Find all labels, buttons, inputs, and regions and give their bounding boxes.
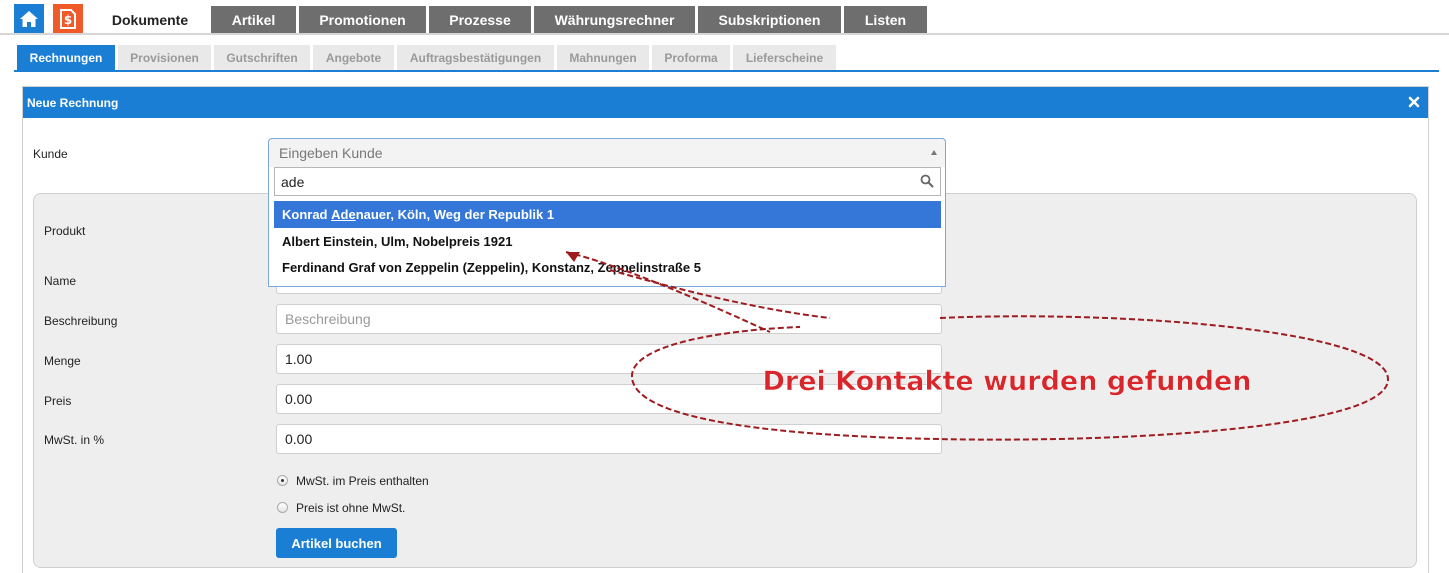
panel-header: Neue Rechnung bbox=[23, 87, 1428, 118]
customer-search-value: ade bbox=[281, 173, 305, 190]
customer-dropdown: ade Konrad Ade nauer, Köln, Weg der Repub… bbox=[268, 167, 946, 287]
tab-dokumente[interactable]: Dokumente bbox=[92, 4, 208, 35]
nav-divider bbox=[0, 33, 1449, 35]
menge-field[interactable]: 1.00 bbox=[276, 344, 942, 374]
subtab-auftragsbestaetigungen[interactable]: Auftragsbestätigungen bbox=[397, 45, 554, 70]
radio-vat-excluded[interactable] bbox=[277, 502, 288, 513]
option-text: nauer, Köln, Weg der Republik 1 bbox=[355, 207, 555, 222]
option-match: Ade bbox=[331, 207, 356, 222]
tab-promotionen[interactable]: Promotionen bbox=[299, 6, 426, 34]
tab-waehrungsrechner[interactable]: Währungsrechner bbox=[534, 6, 695, 34]
subtab-gutschriften[interactable]: Gutschriften bbox=[214, 45, 310, 70]
option-text: Konrad bbox=[282, 207, 332, 222]
menge-label: Menge bbox=[44, 354, 81, 368]
subnav-divider bbox=[14, 70, 1439, 72]
option-text: Ferdinand Graf von Zeppelin (Zeppelin), … bbox=[282, 260, 701, 275]
preis-field[interactable]: 0.00 bbox=[276, 384, 942, 414]
subtab-mahnungen[interactable]: Mahnungen bbox=[557, 45, 649, 70]
caret-up-icon bbox=[931, 150, 937, 155]
name-label: Name bbox=[44, 274, 77, 288]
subtab-provisionen[interactable]: Provisionen bbox=[118, 45, 211, 70]
close-icon[interactable] bbox=[1407, 95, 1421, 109]
tab-artikel[interactable]: Artikel bbox=[211, 6, 296, 34]
customer-option[interactable]: Albert Einstein, Ulm, Nobelpreis 1921 bbox=[274, 228, 941, 255]
radio-vat-excluded-label: Preis ist ohne MwSt. bbox=[296, 501, 406, 515]
produkt-label: Produkt bbox=[44, 224, 86, 238]
subtab-proforma[interactable]: Proforma bbox=[652, 45, 730, 70]
main-navigation: $ Dokumente Artikel Promotionen Prozesse… bbox=[0, 0, 1449, 35]
svg-text:$: $ bbox=[64, 13, 72, 27]
subtab-rechnungen[interactable]: Rechnungen bbox=[17, 45, 115, 70]
customer-option[interactable]: Ferdinand Graf von Zeppelin (Zeppelin), … bbox=[274, 254, 941, 281]
beschreibung-label: Beschreibung bbox=[44, 314, 118, 328]
mwst-field[interactable]: 0.00 bbox=[276, 424, 942, 454]
documents-button[interactable]: $ bbox=[53, 4, 83, 34]
customer-option[interactable]: Konrad Ade nauer, Köln, Weg der Republik … bbox=[274, 201, 941, 228]
tab-prozesse[interactable]: Prozesse bbox=[429, 6, 531, 34]
preis-label: Preis bbox=[44, 394, 72, 408]
panel-title: Neue Rechnung bbox=[27, 95, 119, 110]
tab-subskriptionen[interactable]: Subskriptionen bbox=[698, 6, 841, 34]
subtab-angebote[interactable]: Angebote bbox=[313, 45, 394, 70]
tab-listen[interactable]: Listen bbox=[844, 6, 927, 34]
radio-vat-included[interactable] bbox=[277, 475, 288, 486]
mwst-label: MwSt. in % bbox=[44, 433, 105, 447]
home-button[interactable] bbox=[14, 4, 44, 34]
book-article-button[interactable]: Artikel buchen bbox=[276, 528, 397, 558]
option-text: Albert Einstein, Ulm, Nobelpreis 1921 bbox=[282, 234, 513, 249]
customer-select-placeholder: Eingeben Kunde bbox=[279, 145, 383, 161]
document-dollar-icon: $ bbox=[60, 9, 76, 29]
subtab-lieferscheine[interactable]: Lieferscheine bbox=[733, 45, 836, 70]
home-icon bbox=[20, 11, 38, 27]
radio-vat-included-label: MwSt. im Preis enthalten bbox=[296, 474, 429, 488]
beschreibung-field[interactable]: Beschreibung bbox=[276, 304, 942, 334]
search-icon bbox=[920, 174, 934, 188]
customer-search-input[interactable]: ade bbox=[274, 167, 941, 196]
customer-select[interactable]: Eingeben Kunde bbox=[268, 138, 946, 168]
kunde-label: Kunde bbox=[33, 147, 68, 161]
